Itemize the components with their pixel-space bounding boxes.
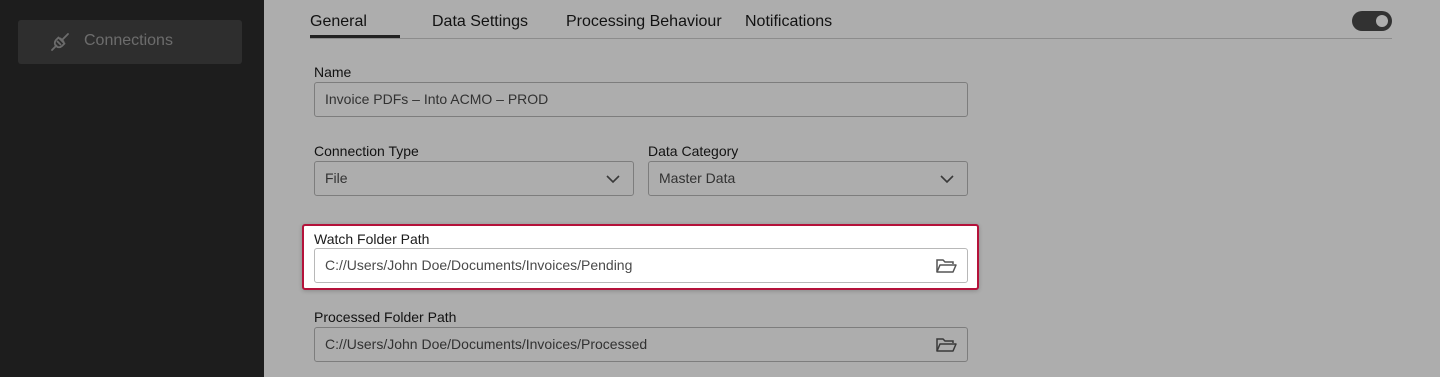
sidebar-item-connections[interactable]: Connections bbox=[18, 20, 242, 64]
sidebar: Connections bbox=[0, 0, 264, 377]
watch-folder-field[interactable]: C://Users/John Doe/Documents/Invoices/Pe… bbox=[314, 248, 968, 283]
folder-icon[interactable] bbox=[935, 256, 957, 276]
highlight-layer: Watch Folder Path C://Users/John Doe/Doc… bbox=[264, 0, 1440, 377]
plug-icon bbox=[51, 33, 69, 51]
watch-folder-value: C://Users/John Doe/Documents/Invoices/Pe… bbox=[325, 257, 633, 273]
watch-folder-highlight: Watch Folder Path C://Users/John Doe/Doc… bbox=[302, 224, 979, 290]
sidebar-item-label: Connections bbox=[84, 32, 173, 49]
watch-folder-label: Watch Folder Path bbox=[314, 231, 430, 247]
